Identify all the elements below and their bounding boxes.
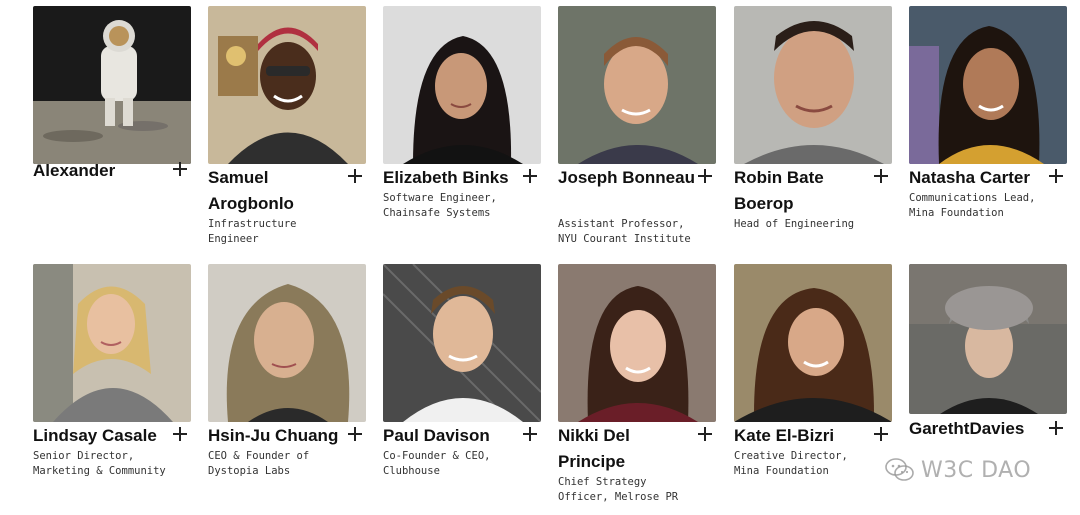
- person-photo: [909, 264, 1067, 414]
- plus-icon[interactable]: [173, 427, 187, 441]
- person-role: Assistant Professor, NYU Courant Institu…: [558, 218, 691, 245]
- plus-icon[interactable]: [348, 169, 362, 183]
- plus-icon[interactable]: [1049, 169, 1063, 183]
- person-role: Software Engineer, Chainsafe Systems: [383, 192, 497, 219]
- person-photo: [33, 264, 191, 422]
- person-name: Alexander: [33, 161, 116, 180]
- person-role: Co-Founder & CEO, Clubhouse: [383, 450, 491, 477]
- plus-icon[interactable]: [874, 427, 888, 441]
- person-name: Hsin-Ju Chuang: [208, 426, 339, 445]
- person-name: Kate El-Bizri: [734, 426, 835, 445]
- person-photo: [558, 264, 716, 422]
- person-photo: [734, 264, 892, 422]
- plus-icon[interactable]: [348, 427, 362, 441]
- person-name: Elizabeth Binks: [383, 168, 509, 187]
- person-photo: [734, 6, 892, 164]
- plus-icon[interactable]: [874, 169, 888, 183]
- person-role: Chief Strategy Officer, Melrose PR: [558, 476, 679, 503]
- plus-icon[interactable]: [523, 169, 537, 183]
- person-name: Nikki Del Principe: [558, 426, 630, 471]
- person-photo: [383, 6, 541, 164]
- person-name: Joseph Bonneau: [558, 168, 695, 187]
- person-photo: [208, 264, 366, 422]
- person-photo: [909, 6, 1067, 164]
- person-name: Samuel Arogbonlo: [208, 168, 294, 213]
- watermark: W3C DAO: [885, 455, 1031, 485]
- person-name: GarethtDavies: [909, 419, 1025, 438]
- person-photo: [383, 264, 541, 422]
- person-role: Communications Lead, Mina Foundation: [909, 192, 1036, 219]
- plus-icon[interactable]: [698, 427, 712, 441]
- plus-icon[interactable]: [523, 427, 537, 441]
- person-photo: [558, 6, 716, 164]
- plus-icon[interactable]: [173, 162, 187, 176]
- person-role: Senior Director, Marketing & Community: [33, 450, 166, 477]
- plus-icon[interactable]: [1049, 421, 1063, 435]
- person-photo: [208, 6, 366, 164]
- person-role: CEO & Founder of Dystopia Labs: [208, 450, 310, 477]
- person-role: Infrastructure Engineer: [208, 218, 297, 245]
- person-role: Head of Engineering: [734, 218, 855, 230]
- person-name: Natasha Carter: [909, 168, 1030, 187]
- person-name: Paul Davison: [383, 426, 490, 445]
- plus-icon[interactable]: [698, 169, 712, 183]
- person-role: Creative Director, Mina Foundation: [734, 450, 848, 477]
- person-photo: [33, 6, 191, 164]
- wechat-icon: [885, 458, 914, 481]
- watermark-text: W3C DAO: [921, 457, 1032, 483]
- person-name: Robin Bate Boerop: [734, 168, 824, 213]
- person-name: Lindsay Casale: [33, 426, 157, 445]
